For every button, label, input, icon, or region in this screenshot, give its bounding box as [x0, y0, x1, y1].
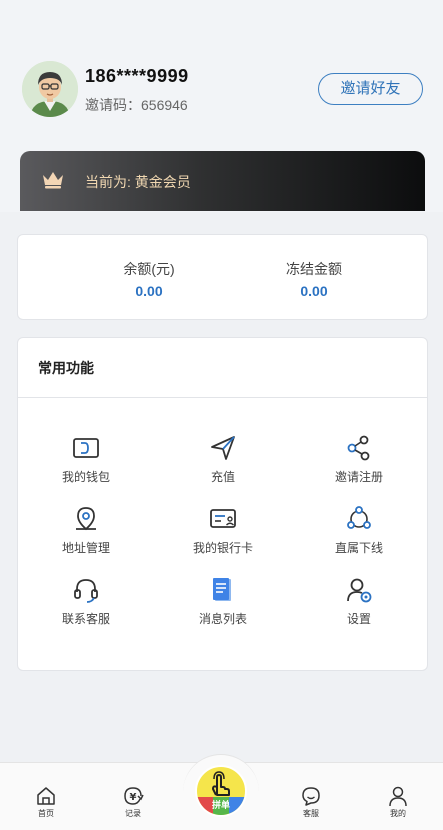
- avatar[interactable]: [22, 61, 78, 117]
- grid-label: 我的钱包: [61, 470, 110, 484]
- network-icon: [347, 506, 371, 529]
- tab-label: 我的: [390, 809, 406, 818]
- home-icon: [37, 787, 55, 805]
- grid-item-wallet[interactable]: 我的钱包: [31, 434, 141, 485]
- grid-label: 直属下线: [334, 541, 383, 555]
- frozen-amount-value: 0.00: [300, 283, 328, 299]
- headset-icon: [74, 579, 98, 603]
- user-icon: [389, 786, 407, 807]
- svg-text:¥: ¥: [130, 792, 137, 803]
- tab-label: 首页: [38, 809, 54, 818]
- grid-item-contact-service[interactable]: 联系客服: [31, 576, 141, 627]
- settings-icon: [347, 578, 372, 603]
- grid-label: 设置: [346, 612, 371, 626]
- grid-item-direct-downline[interactable]: 直属下线: [304, 505, 414, 556]
- tab-label: 记录: [125, 809, 141, 818]
- wallet-icon: [73, 438, 99, 458]
- grid-label: 邀请注册: [334, 470, 383, 484]
- frozen-amount-item[interactable]: 冻结金额 0.00: [244, 259, 384, 299]
- grid-item-invite-register[interactable]: 邀请注册: [304, 434, 414, 485]
- tab-mine[interactable]: 我的: [373, 785, 423, 819]
- share-icon: [347, 435, 370, 461]
- balance-card: 余额(元) 0.00 冻结金额 0.00: [17, 234, 428, 320]
- member-level-card[interactable]: 当前为: 黄金会员: [20, 151, 425, 211]
- grid-label: 联系客服: [61, 612, 110, 626]
- message-list-icon: [213, 578, 231, 601]
- grid-label: 消息列表: [198, 612, 247, 626]
- user-phone: 186****9999: [85, 66, 189, 86]
- crown-icon: [41, 169, 65, 194]
- tab-label: 拼单: [211, 800, 230, 810]
- chat-icon: [302, 787, 320, 806]
- record-icon: ¥: [124, 787, 144, 805]
- grid-item-recharge[interactable]: 充值: [168, 434, 278, 485]
- frozen-amount-label: 冻结金额: [286, 261, 342, 277]
- divider: [18, 397, 427, 398]
- balance-value: 0.00: [135, 283, 163, 299]
- common-functions-title: 常用功能: [38, 360, 94, 376]
- grid-label: 地址管理: [61, 541, 110, 555]
- tab-home[interactable]: 首页: [21, 785, 71, 819]
- invite-friends-button[interactable]: 邀请好友: [318, 73, 423, 105]
- grid-item-settings[interactable]: 设置: [304, 576, 414, 627]
- invite-code: 邀请码：656946: [85, 97, 188, 113]
- tab-customer-service[interactable]: 客服: [286, 785, 336, 819]
- tab-records[interactable]: ¥ 记录: [108, 785, 158, 819]
- tab-label: 客服: [303, 809, 319, 818]
- balance-label: 余额(元): [123, 261, 175, 277]
- member-level-text: 当前为: 黄金会员: [85, 174, 191, 190]
- grid-label: 我的银行卡: [192, 541, 253, 555]
- tab-group-order[interactable]: 拼单: [195, 765, 247, 817]
- grid-item-address-management[interactable]: 地址管理: [31, 505, 141, 556]
- grid-item-message-list[interactable]: 消息列表: [168, 576, 278, 627]
- balance-item[interactable]: 余额(元) 0.00: [79, 259, 219, 299]
- bank-card-icon: [210, 509, 236, 528]
- grid-label: 充值: [210, 470, 235, 484]
- location-icon: [76, 507, 96, 531]
- grid-item-bank-card[interactable]: 我的银行卡: [168, 505, 278, 556]
- common-functions-card: 常用功能 我的钱包 充值 邀请注册 地址管理 我的银行卡 直属下线 联系客服 消…: [17, 337, 428, 671]
- send-icon: [211, 436, 235, 460]
